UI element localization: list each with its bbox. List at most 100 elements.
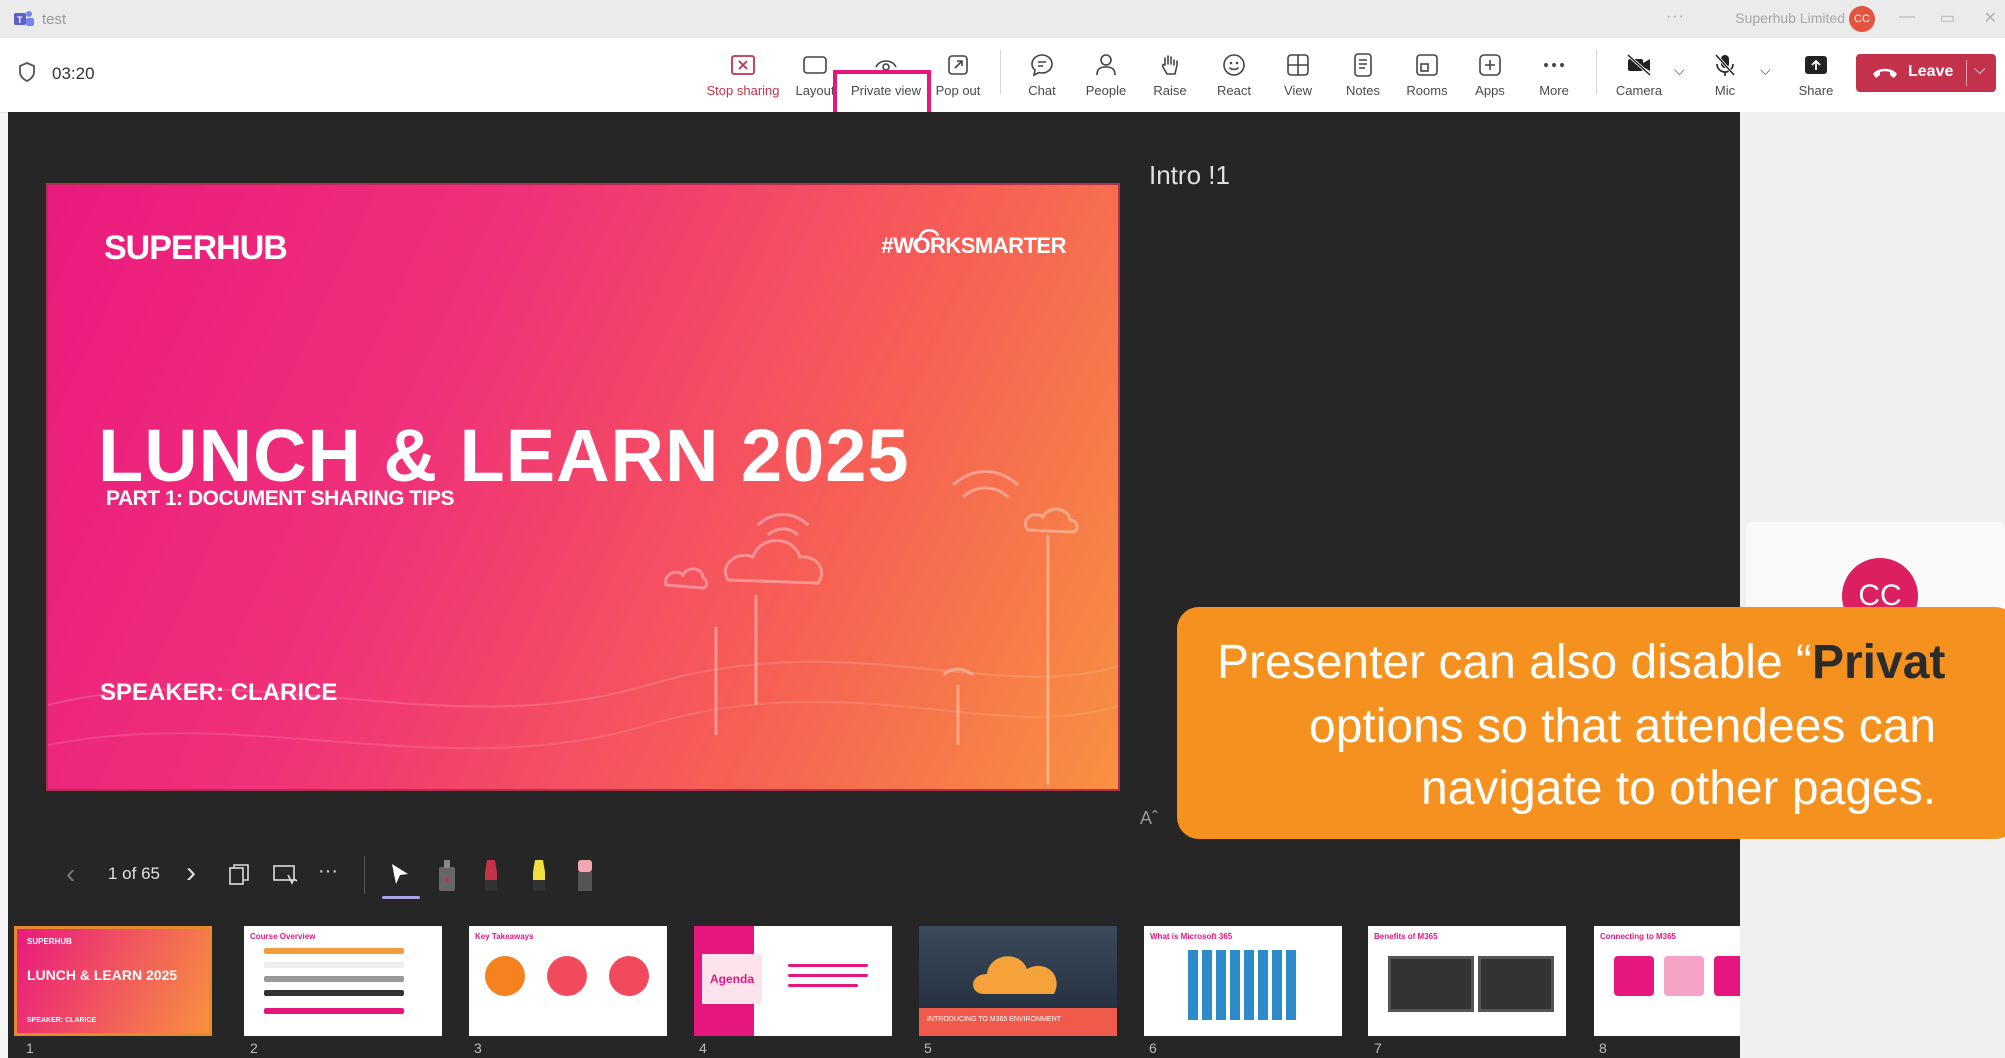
callout-line-1: Presenter can also disable “Privat xyxy=(1217,636,1946,689)
window-title: test xyxy=(42,11,67,28)
slide-subtitle: PART 1: DOCUMENT SHARING TIPS xyxy=(106,487,454,510)
slide-thumbnail-7[interactable]: Benefits of M365 xyxy=(1368,926,1566,1036)
thumb-tile xyxy=(1664,956,1704,996)
raise-hand-button[interactable]: Raise xyxy=(1150,38,1190,112)
slide-thumbnail-6[interactable]: What is Microsoft 365 xyxy=(1144,926,1342,1036)
mic-button[interactable]: Mic xyxy=(1704,38,1746,112)
active-tool-indicator xyxy=(382,896,420,899)
layout-icon xyxy=(803,56,827,74)
profile-avatar[interactable]: CC xyxy=(1849,6,1875,32)
stop-sharing-button[interactable]: Stop sharing xyxy=(706,38,780,112)
next-slide-button[interactable]: › xyxy=(186,856,196,890)
add-apps-icon xyxy=(1479,54,1501,76)
cloud-icon xyxy=(973,956,1057,994)
thumb-bar xyxy=(788,974,868,977)
rooms-button[interactable]: Rooms xyxy=(1404,38,1450,112)
thumb-title: Connecting to M365 xyxy=(1600,932,1677,941)
rooms-icon xyxy=(1416,54,1438,76)
camera-button[interactable]: Camera xyxy=(1612,38,1666,112)
slide-thumbnail-1[interactable]: SUPERHUB LUNCH & LEARN 2025 SPEAKER: CLA… xyxy=(14,926,212,1036)
chat-button[interactable]: Chat xyxy=(1022,38,1062,112)
chat-icon xyxy=(1031,54,1053,77)
view-label: View xyxy=(1284,83,1312,98)
thumb-title: Agenda xyxy=(702,954,762,1004)
slide-thumbnail-3[interactable]: Key Takeaways xyxy=(469,926,667,1036)
more-button[interactable]: More xyxy=(1534,38,1574,112)
eraser-icon[interactable] xyxy=(572,858,598,892)
share-label: Share xyxy=(1798,83,1834,98)
more-dots-icon xyxy=(1544,63,1564,67)
highlighter-icon[interactable] xyxy=(526,858,552,892)
thumb-circle xyxy=(485,956,525,996)
rooms-label: Rooms xyxy=(1406,83,1448,98)
thumb-bar xyxy=(264,976,404,982)
leave-options-chevron-icon[interactable]: ⌵ xyxy=(1974,61,1985,78)
slide-thumbnail-strip: SUPERHUB LUNCH & LEARN 2025 SPEAKER: CLA… xyxy=(14,926,1740,1058)
slide-title: LUNCH & LEARN 2025 xyxy=(98,414,910,497)
layout-label: Layout xyxy=(795,83,835,98)
stop-sharing-label: Stop sharing xyxy=(706,83,780,98)
raise-label: Raise xyxy=(1153,83,1187,98)
thumb-bar xyxy=(264,962,404,968)
slide-thumbnail-8[interactable]: Connecting to M365 xyxy=(1594,926,1740,1036)
superhub-logo: SUPERHUB xyxy=(104,229,288,267)
slide-controls-divider xyxy=(364,856,365,894)
pointer-tool-icon[interactable] xyxy=(388,862,412,886)
raise-hand-icon xyxy=(1161,55,1178,75)
laser-pointer-icon[interactable] xyxy=(434,858,460,892)
restore-icon[interactable]: ▭ xyxy=(1940,8,1955,28)
thumb-bar xyxy=(264,1008,404,1014)
thumb-brand: SUPERHUB xyxy=(27,937,72,946)
people-button[interactable]: People xyxy=(1084,38,1128,112)
thumb-number: 8 xyxy=(1599,1040,1607,1056)
thumb-tile xyxy=(1614,956,1654,996)
thumb-speaker: SPEAKER: CLARICE xyxy=(27,1017,97,1024)
thumb-tile xyxy=(1714,956,1740,996)
presenter-view-icon[interactable] xyxy=(272,863,298,887)
thumb-number: 7 xyxy=(1374,1040,1382,1056)
hang-up-phone-icon xyxy=(1873,68,1897,78)
grid-view-icon[interactable] xyxy=(228,863,252,887)
share-button[interactable]: Share xyxy=(1796,38,1836,112)
pop-out-button[interactable]: Pop out xyxy=(932,38,984,112)
slide-thumbnail-2[interactable]: Course Overview xyxy=(244,926,442,1036)
slide-thumbnail-5[interactable]: INTRODUCING TO M365 ENVIRONMENT xyxy=(919,926,1117,1036)
notes-button[interactable]: Notes xyxy=(1342,38,1384,112)
toolbar-divider xyxy=(1000,50,1001,94)
slide-thumbnail-4[interactable]: Agenda xyxy=(694,926,892,1036)
camera-options-chevron-icon[interactable]: ⌵ xyxy=(1674,62,1685,79)
red-pen-icon[interactable] xyxy=(478,858,504,892)
more-options-icon[interactable]: ··· xyxy=(1666,8,1685,26)
meeting-toolbar: 03:20 Stop sharing Layout Private view P… xyxy=(0,38,2005,148)
camera-label: Camera xyxy=(1615,83,1663,98)
font-size-increase-button[interactable]: Aˆ xyxy=(1140,808,1158,829)
people-label: People xyxy=(1085,83,1127,98)
close-icon[interactable]: ✕ xyxy=(1984,8,1997,28)
speaker-notes-text: Intro !1 xyxy=(1149,160,1230,190)
minimize-icon[interactable]: — xyxy=(1899,8,1915,26)
thumb-title: What is Microsoft 365 xyxy=(1150,932,1233,941)
thumb-number: 3 xyxy=(474,1040,482,1056)
instruction-callout: Presenter can also disable “Privat optio… xyxy=(1177,607,2005,839)
worksmarter-logo: #WORKSMARTER xyxy=(881,233,1066,258)
chat-label: Chat xyxy=(1028,83,1056,98)
title-bar: T test ··· Superhub Limited CC — ▭ ✕ xyxy=(0,0,2005,38)
react-button[interactable]: React xyxy=(1214,38,1254,112)
previous-slide-button[interactable]: ‹ xyxy=(66,858,75,890)
notes-icon xyxy=(1354,53,1372,77)
thumb-circle xyxy=(547,956,587,996)
thumb-number: 1 xyxy=(26,1040,34,1056)
slide-more-options-icon[interactable]: ··· xyxy=(318,860,338,883)
leave-button[interactable]: Leave ⌵ xyxy=(1856,54,1996,92)
thumb-grid xyxy=(1188,950,1298,1020)
thumb-title: INTRODUCING TO M365 ENVIRONMENT xyxy=(919,1008,1117,1036)
pop-out-icon xyxy=(948,55,968,75)
mic-options-chevron-icon[interactable]: ⌵ xyxy=(1760,62,1771,79)
teams-logo-icon: T xyxy=(14,11,34,26)
view-button[interactable]: View xyxy=(1278,38,1318,112)
share-icon xyxy=(1805,56,1827,74)
apps-button[interactable]: Apps xyxy=(1470,38,1510,112)
thumb-bar xyxy=(788,984,858,987)
org-name[interactable]: Superhub Limited xyxy=(1735,10,1845,26)
camera-off-icon xyxy=(1626,54,1652,76)
